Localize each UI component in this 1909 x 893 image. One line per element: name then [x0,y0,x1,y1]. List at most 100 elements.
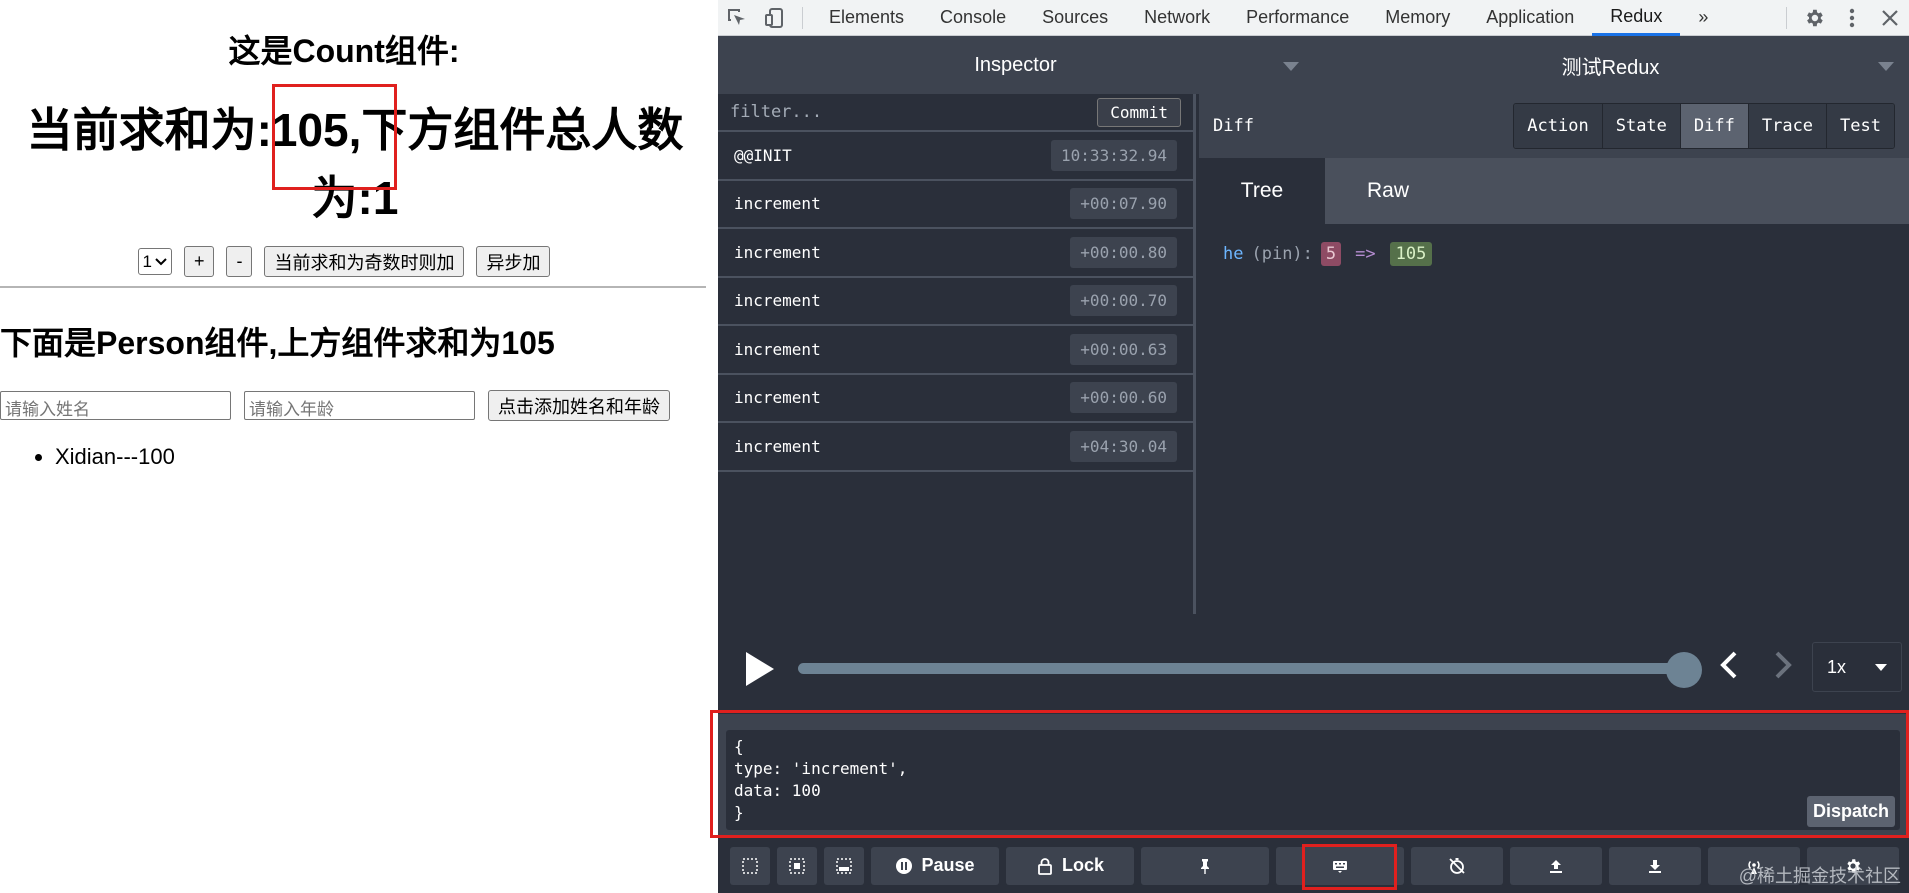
chevron-left-icon[interactable] [1718,650,1740,689]
tab-test[interactable]: Test [1827,104,1894,148]
devtools-toolbar: Elements Console Sources Network Perform… [718,0,1909,36]
action-list-item[interactable]: increment +00:07.90 [718,181,1193,229]
more-tabs-icon[interactable]: » [1680,0,1726,36]
async-increment-button[interactable]: 异步加 [476,246,551,277]
action-list-item[interactable]: @@INIT 10:33:32.94 [718,132,1193,181]
pin-icon [1201,858,1209,874]
timer-off-icon [1449,857,1465,874]
count-controls: 1 + - 当前求和为奇数时则加 异步加 [0,246,688,277]
chevron-right-icon[interactable] [1772,650,1794,689]
commit-button[interactable]: Commit [1097,97,1181,127]
download-icon [1649,859,1661,873]
add-person-button[interactable]: 点击添加姓名和年龄 [488,390,670,421]
filter-input[interactable]: filter... [730,102,1097,122]
action-list-item[interactable]: increment +00:00.70 [718,278,1193,326]
preview-title: Diff [1213,116,1254,136]
action-preview-pane: Diff Action State Diff Trace Test Tree R… [1199,94,1909,614]
device-toolbar-icon[interactable] [756,0,794,36]
action-name: increment [734,194,821,214]
action-list-item[interactable]: increment +00:00.63 [718,326,1193,375]
chart-toggle-icon[interactable] [824,846,864,885]
person-form: 请输入姓名 请输入年龄 点击添加姓名和年龄 [0,390,670,421]
minus-button[interactable]: - [226,246,253,277]
diff-arrow: => [1355,244,1376,264]
chevron-down-icon [1283,62,1299,71]
inspect-element-icon[interactable] [718,0,756,36]
more-options-icon[interactable] [1833,0,1871,36]
slider-monitor: 1x [718,614,1909,714]
action-name: increment [734,291,821,311]
tab-state[interactable]: State [1602,104,1681,148]
action-name: increment [734,436,821,456]
action-name: increment [734,339,821,359]
diff-pin[interactable]: (pin): [1251,244,1312,264]
tab-tree[interactable]: Tree [1199,158,1325,224]
view-mode-tabs: Tree Raw [1199,158,1909,224]
plus-button[interactable]: + [183,246,215,277]
pin-button[interactable] [1141,846,1269,885]
action-list-item[interactable]: increment +00:00.60 [718,375,1193,423]
action-name: increment [734,388,821,408]
toolbar-separator [802,6,803,29]
tab-sources[interactable]: Sources [1024,0,1126,36]
timeline-slider[interactable] [798,663,1686,674]
tab-memory[interactable]: Memory [1367,0,1468,36]
import-button[interactable] [1510,846,1602,885]
tab-network[interactable]: Network [1126,0,1228,36]
play-icon[interactable] [746,652,774,686]
action-name: @@INIT [734,145,792,165]
action-time: +00:00.60 [1070,382,1177,414]
diff-key[interactable]: he [1223,244,1243,264]
highlight-box-sum [272,84,397,190]
tab-performance[interactable]: Performance [1228,0,1367,36]
tab-diff[interactable]: Diff [1680,104,1749,148]
lock-button[interactable]: Lock [1006,846,1134,885]
redux-header: Inspector 测试Redux [718,36,1909,94]
watermark: @稀土掘金技术社区 [1738,866,1901,886]
slider-handle[interactable] [1666,652,1702,688]
diff-old-value: 5 [1320,242,1342,266]
action-time: +00:00.70 [1070,285,1177,317]
pause-button[interactable]: Pause [871,846,999,885]
playback-speed-select[interactable]: 1x [1812,642,1902,692]
action-time: +00:07.90 [1070,188,1177,220]
action-list-item[interactable]: increment +00:00.80 [718,229,1193,278]
upload-icon [1550,859,1562,873]
action-time: +00:00.80 [1070,236,1177,268]
export-button[interactable] [1609,846,1701,885]
chevron-down-icon [1875,663,1887,671]
list-item: Xidian---100 [55,440,175,474]
action-time: +04:30.04 [1070,430,1177,462]
tab-trace[interactable]: Trace [1748,104,1828,148]
inspector-monitor-select[interactable]: Inspector [718,36,1313,94]
lock-label: Lock [1061,855,1104,875]
store-select[interactable]: 测试Redux [1313,36,1908,94]
tab-elements[interactable]: Elements [811,0,922,36]
chevron-down-icon [1878,62,1894,71]
app-page: 这是Count组件: 当前求和为:105,下方组件总人数为:1 1 + - 当前… [0,0,718,893]
lock-icon [1038,857,1052,875]
tab-raw[interactable]: Raw [1325,158,1451,224]
increment-if-odd-button[interactable]: 当前求和为奇数时则加 [264,246,465,277]
preview-tab-bar: Diff Action State Diff Trace Test [1199,94,1909,158]
tab-console[interactable]: Console [922,0,1024,36]
age-input[interactable]: 请输入年龄 [244,391,475,420]
close-icon[interactable] [1871,0,1909,36]
tab-redux[interactable]: Redux [1592,0,1681,36]
action-name: increment [734,242,821,262]
action-time: 10:33:32.94 [1051,139,1177,171]
tab-action[interactable]: Action [1514,104,1603,148]
tab-application[interactable]: Application [1468,0,1592,36]
name-input[interactable]: 请输入姓名 [0,391,231,420]
preview-tabs: Action State Diff Trace Test [1513,103,1895,149]
person-title: 下面是Person组件,上方组件求和为105 [0,325,555,361]
pause-icon [896,857,913,874]
increment-select[interactable]: 1 [137,248,172,275]
persist-button[interactable] [1411,846,1503,885]
settings-gear-icon[interactable] [1795,0,1833,36]
count-title: 这是Count组件: [228,33,460,69]
store-label: 测试Redux [1561,56,1660,79]
action-list-item[interactable]: increment +04:30.04 [718,423,1193,472]
inspector-toggle-icon[interactable] [777,846,817,885]
log-monitor-icon[interactable] [730,846,770,885]
